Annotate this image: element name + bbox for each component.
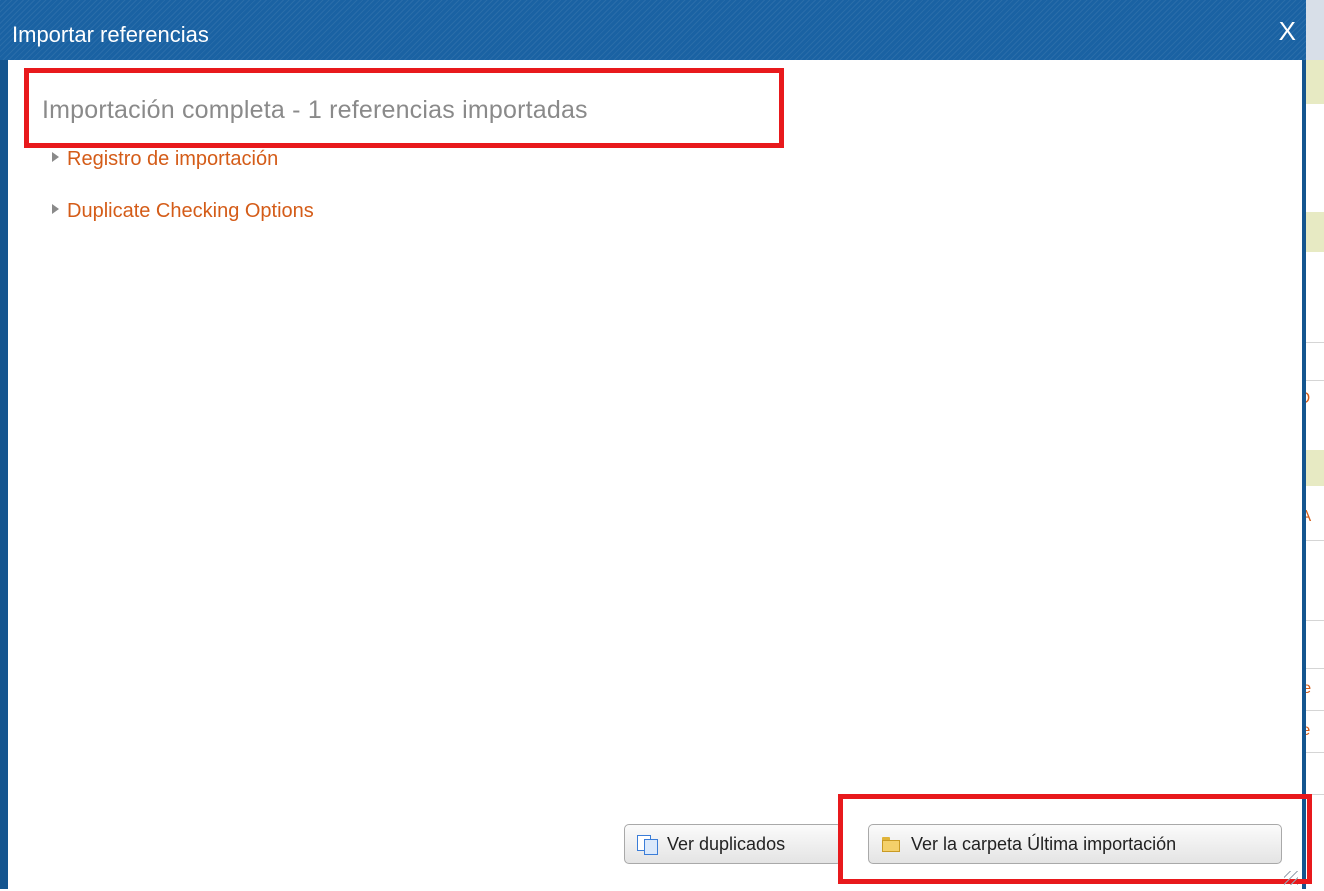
duplicates-icon <box>637 835 659 855</box>
folder-icon <box>881 835 903 853</box>
background-divider <box>1306 752 1324 753</box>
duplicate-checking-options-expander[interactable]: Duplicate Checking Options <box>52 200 314 223</box>
view-last-import-folder-button[interactable]: Ver la carpeta Última importación <box>868 824 1282 864</box>
background-divider <box>1306 794 1324 795</box>
view-duplicates-button[interactable]: Ver duplicados <box>624 824 842 864</box>
view-duplicates-label: Ver duplicados <box>667 833 786 854</box>
resize-grip-icon[interactable] <box>1284 871 1298 885</box>
dialog-content: Importación completa - 1 referencias imp… <box>8 60 1312 889</box>
close-icon[interactable]: X <box>1279 16 1296 47</box>
view-last-import-label: Ver la carpeta Última importación <box>911 833 1177 854</box>
background-divider <box>1306 710 1324 711</box>
background-divider <box>1306 668 1324 669</box>
background-divider <box>1306 620 1324 621</box>
background-divider <box>1306 380 1324 381</box>
dialog-title: Importar referencias <box>12 22 209 47</box>
expand-triangle-icon <box>52 204 59 214</box>
dialog-title-bar[interactable]: Importar referencias X <box>0 0 1306 60</box>
duplicate-checking-label: Duplicate Checking Options <box>67 200 314 222</box>
import-log-expander[interactable]: Registro de importación <box>52 148 278 171</box>
expand-triangle-icon <box>52 152 59 162</box>
import-log-label: Registro de importación <box>67 148 279 170</box>
import-status-heading: Importación completa - 1 referencias imp… <box>42 96 588 124</box>
import-references-dialog: Importar referencias X Importación compl… <box>0 0 1312 889</box>
background-divider <box>1306 342 1324 343</box>
background-divider <box>1306 540 1324 541</box>
